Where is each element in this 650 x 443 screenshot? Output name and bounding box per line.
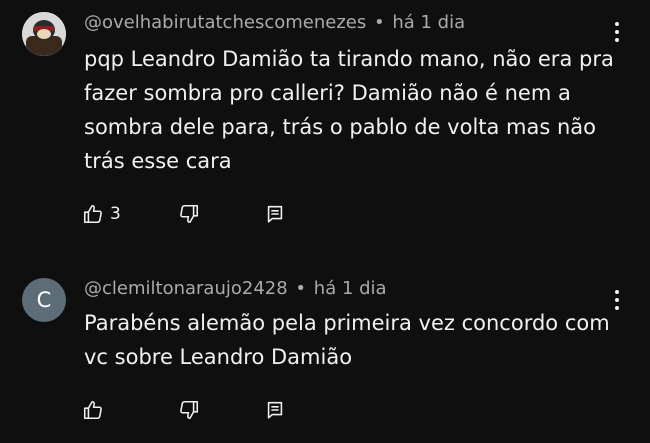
like-button[interactable]: 3	[82, 202, 121, 226]
meta-separator: •	[295, 278, 307, 299]
comment-text: Parabéns alemão pela primeira vez concor…	[84, 311, 610, 369]
dislike-button[interactable]	[178, 398, 200, 422]
thumb-down-icon	[180, 204, 199, 224]
comment-author[interactable]: @ovelhabirutatchescomenezes	[84, 12, 366, 33]
comment-text: pqp Leandro Damião ta tirando mano, não …	[84, 47, 614, 173]
comment-meta: @ovelhabirutatchescomenezes • há 1 dia	[84, 12, 465, 33]
thumb-up-icon	[83, 400, 102, 420]
reply-icon	[267, 205, 283, 223]
comment-author[interactable]: @clemiltonaraujo2428	[84, 278, 288, 299]
thumb-up-icon	[83, 204, 102, 224]
more-vert-icon[interactable]	[614, 290, 620, 310]
reply-icon	[267, 401, 283, 419]
comment-meta: @clemiltonaraujo2428 • há 1 dia	[84, 278, 387, 299]
avatar[interactable]: C	[22, 278, 66, 322]
reply-button[interactable]	[264, 398, 286, 422]
like-count: 3	[110, 204, 121, 224]
reply-button[interactable]	[264, 202, 286, 226]
comment-time[interactable]: há 1 dia	[314, 278, 387, 299]
meta-separator: •	[373, 12, 385, 33]
more-vert-icon[interactable]	[614, 22, 620, 42]
like-button[interactable]	[82, 398, 104, 422]
thumb-down-icon	[180, 400, 199, 420]
comment-item: @ovelhabirutatchescomenezes • há 1 dia p…	[0, 0, 650, 250]
comment-time[interactable]: há 1 dia	[392, 12, 465, 33]
avatar[interactable]	[22, 12, 66, 56]
dislike-button[interactable]	[178, 202, 200, 226]
avatar-image	[22, 12, 66, 56]
comment-item: C @clemiltonaraujo2428 • há 1 dia Parabé…	[0, 270, 650, 443]
